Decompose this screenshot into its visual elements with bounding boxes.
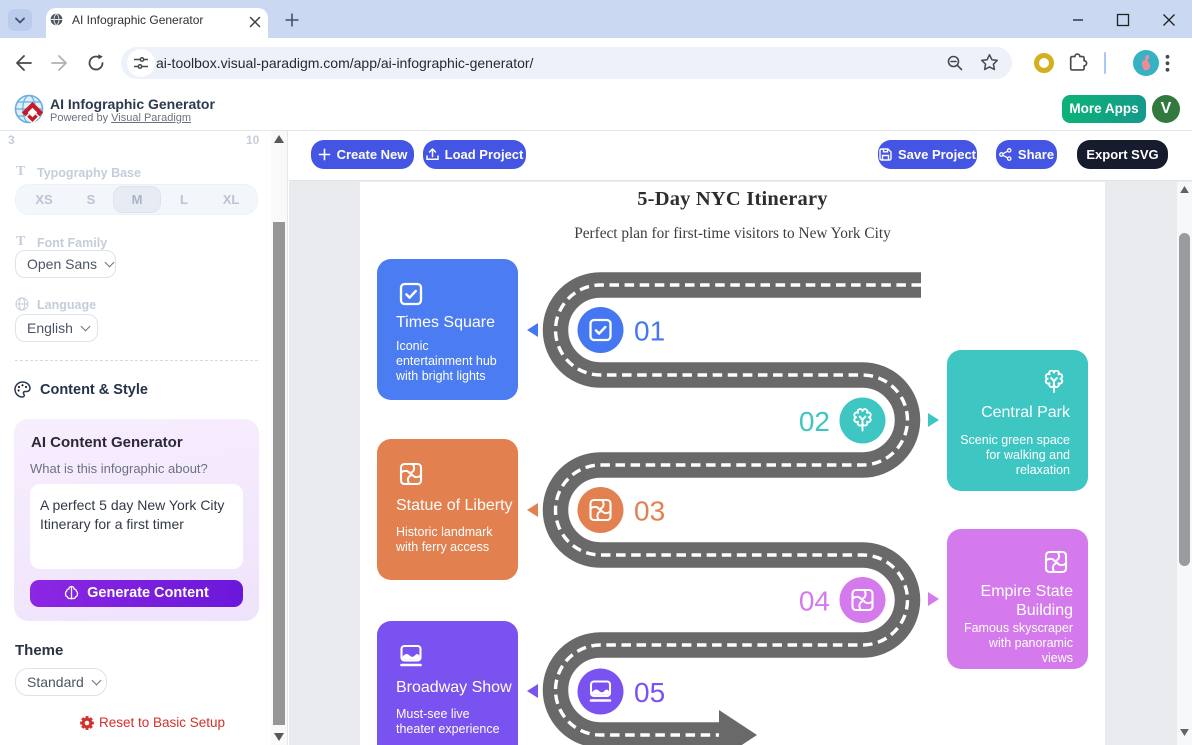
svg-text:03: 03: [634, 496, 665, 527]
svg-text:05: 05: [634, 677, 665, 708]
svg-text:04: 04: [799, 586, 830, 617]
svg-text:01: 01: [634, 316, 665, 347]
svg-text:02: 02: [799, 406, 830, 437]
